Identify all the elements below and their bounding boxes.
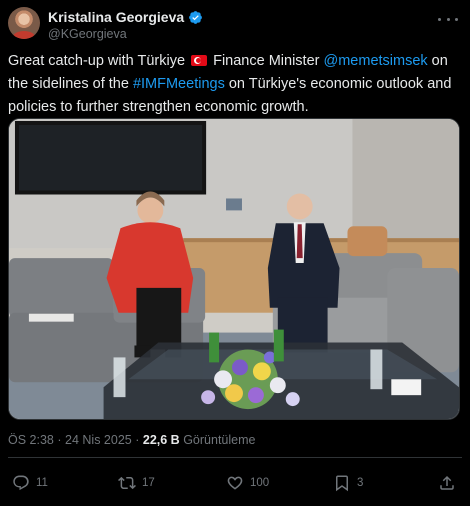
mention-link[interactable]: @memetsimsek	[324, 53, 428, 69]
meta-separator: ·	[135, 433, 140, 447]
tweet-meta: ÖS 2:38 · 24 Nis 2025 · 22,6 B Görüntüle…	[8, 433, 255, 447]
share-button[interactable]	[438, 470, 456, 496]
meeting-photo	[9, 119, 459, 419]
tweet-text-part: Great catch-up with Türkiye	[8, 53, 186, 69]
tweet-time[interactable]: ÖS 2:38	[8, 433, 54, 447]
author-handle[interactable]: @KGeorgieva	[48, 27, 127, 41]
tweet-date[interactable]: 24 Nis 2025	[65, 433, 132, 447]
repost-count: 17	[142, 477, 155, 489]
more-options-icon[interactable]	[438, 12, 458, 26]
tweet-text: Great catch-up with Türkiye Finance Mini…	[8, 50, 463, 119]
author-avatar[interactable]	[8, 7, 40, 39]
tweet-photo[interactable]	[8, 118, 460, 420]
bookmark-count: 3	[357, 477, 364, 489]
like-count: 100	[250, 477, 270, 489]
reply-button[interactable]: 11	[12, 470, 48, 496]
share-icon	[440, 475, 454, 490]
divider	[8, 457, 462, 458]
views-count: 22,6 B	[142, 433, 180, 447]
author-name-row: Kristalina Georgieva	[48, 9, 203, 25]
hashtag-link[interactable]: #IMFMeetings	[133, 76, 225, 92]
verified-badge-icon	[189, 10, 203, 24]
reply-count: 11	[36, 477, 48, 489]
reply-icon	[13, 475, 29, 491]
tweet-text-part: Finance Minister	[209, 53, 324, 69]
repost-icon	[118, 476, 136, 490]
tweet-header: Kristalina Georgieva @KGeorgieva	[8, 6, 462, 42]
repost-button[interactable]: 17	[118, 470, 155, 496]
action-bar: 11 17 100 3	[0, 470, 470, 496]
heart-icon	[227, 476, 243, 490]
views-label: Görüntüleme	[183, 433, 256, 447]
turkey-flag-icon	[191, 55, 208, 66]
meta-separator: ·	[57, 433, 62, 447]
like-button[interactable]: 100	[226, 470, 269, 496]
bookmark-icon	[336, 475, 348, 492]
author-name[interactable]: Kristalina Georgieva	[48, 9, 184, 25]
bookmark-button[interactable]: 3	[333, 470, 363, 496]
